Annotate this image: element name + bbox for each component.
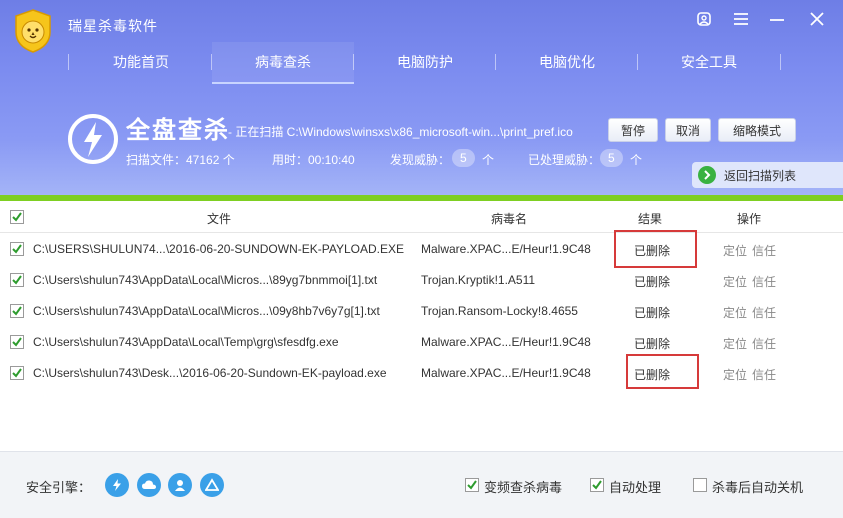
- row-virus-name: Malware.XPAC...E/Heur!1.9C48: [421, 242, 591, 256]
- menu-icon[interactable]: [730, 8, 752, 30]
- row-checkbox[interactable]: [10, 273, 24, 287]
- row-result: 已删除: [634, 306, 671, 320]
- threats-found-badge: 5: [452, 149, 475, 167]
- row-locate-link[interactable]: 定位: [723, 304, 747, 321]
- scan-current-path: - 正在扫描 C:\Windows\winsxs\x86_microsoft-w…: [228, 125, 573, 139]
- row-trust-link[interactable]: 信任: [752, 366, 776, 383]
- auto-handle-label: 自动处理: [609, 480, 662, 495]
- row-checkbox[interactable]: [10, 366, 24, 380]
- row-locate-link[interactable]: 定位: [723, 273, 747, 290]
- table-row: C:\Users\shulun743\AppData\Local\Micros.…: [0, 265, 843, 296]
- threats-handled-label: 已处理威胁：: [528, 153, 601, 167]
- row-file-path: C:\Users\shulun743\AppData\Local\Micros.…: [33, 304, 380, 318]
- row-checkbox[interactable]: [10, 304, 24, 318]
- row-locate-link[interactable]: 定位: [723, 366, 747, 383]
- column-header-action: 操作: [737, 212, 762, 226]
- row-virus-name: Trojan.Kryptik!1.A511: [421, 273, 536, 287]
- column-header-file: 文件: [207, 212, 232, 226]
- scan-lightning-icon: [66, 112, 120, 166]
- return-scan-list-label: 返回扫描列表: [724, 168, 797, 183]
- row-result: 已删除: [634, 337, 671, 351]
- engine-label: 安全引擎：: [26, 480, 92, 495]
- auto-shutdown-checkbox[interactable]: [693, 478, 707, 492]
- mini-mode-button[interactable]: 缩略模式: [718, 118, 796, 142]
- column-header-virus: 病毒名: [491, 212, 528, 226]
- threats-found-unit: 个: [482, 153, 495, 167]
- freq-scan-checkbox[interactable]: [465, 478, 479, 492]
- lightning-icon[interactable]: [105, 473, 129, 497]
- threats-handled-badge: 5: [600, 149, 623, 167]
- nav-divider: [780, 54, 781, 70]
- select-all-checkbox[interactable]: [10, 210, 24, 224]
- cancel-button[interactable]: 取消: [665, 118, 711, 142]
- footer: 安全引擎： 变频查杀病毒 自动处理 杀毒后自动关机: [0, 451, 843, 518]
- tab-optimization[interactable]: 电脑优化: [496, 42, 638, 82]
- tab-security-tools[interactable]: 安全工具: [638, 42, 780, 82]
- column-header-result: 结果: [638, 212, 663, 226]
- pause-button[interactable]: 暂停: [608, 118, 658, 142]
- result-highlight-box: [626, 354, 699, 389]
- row-checkbox[interactable]: [10, 335, 24, 349]
- elapsed-time: 用时：00:10:40: [272, 153, 355, 167]
- table-row: C:\Users\shulun743\Desk...\2016-06-20-Su…: [0, 358, 843, 389]
- auto-shutdown-label: 杀毒后自动关机: [712, 480, 804, 495]
- scan-title: 全盘查杀: [126, 117, 230, 144]
- row-trust-link[interactable]: 信任: [752, 304, 776, 321]
- triangle-icon[interactable]: [200, 473, 224, 497]
- user-icon[interactable]: [168, 473, 192, 497]
- app-title: 瑞星杀毒软件: [68, 18, 158, 34]
- row-virus-name: Malware.XPAC...E/Heur!1.9C48: [421, 335, 591, 349]
- threats-found-label: 发现威胁：: [390, 153, 451, 167]
- row-locate-link[interactable]: 定位: [723, 335, 747, 352]
- tab-home[interactable]: 功能首页: [70, 42, 212, 82]
- auto-handle-checkbox[interactable]: [590, 478, 604, 492]
- close-icon[interactable]: [806, 8, 828, 30]
- row-trust-link[interactable]: 信任: [752, 242, 776, 259]
- result-highlight-box: [614, 230, 697, 268]
- return-scan-list-button[interactable]: 返回扫描列表: [692, 162, 843, 188]
- chevron-right-icon: [698, 166, 716, 184]
- scanned-files-count: 扫描文件：47162 个: [126, 153, 235, 167]
- row-trust-link[interactable]: 信任: [752, 273, 776, 290]
- main-nav: 功能首页 病毒查杀 电脑防护 电脑优化 安全工具: [0, 42, 843, 84]
- row-trust-link[interactable]: 信任: [752, 335, 776, 352]
- title-bar: 瑞星杀毒软件: [0, 0, 843, 53]
- tab-protection[interactable]: 电脑防护: [354, 42, 496, 82]
- table-header: 文件 病毒名 结果 操作: [0, 201, 843, 233]
- row-virus-name: Trojan.Ransom-Locky!8.4655: [421, 304, 578, 318]
- row-result: 已删除: [634, 275, 671, 289]
- results-table: 文件 病毒名 结果 操作 C:\USERS\SHULUN74...\2016-0…: [0, 201, 843, 451]
- row-file-path: C:\Users\shulun743\AppData\Local\Micros.…: [33, 273, 378, 287]
- row-checkbox[interactable]: [10, 242, 24, 256]
- skin-icon[interactable]: [693, 8, 715, 30]
- freq-scan-label: 变频查杀病毒: [484, 480, 563, 495]
- row-virus-name: Malware.XPAC...E/Heur!1.9C48: [421, 366, 591, 380]
- threats-handled-unit: 个: [630, 153, 643, 167]
- nav-divider: [68, 54, 69, 70]
- row-file-path: C:\USERS\SHULUN74...\2016-06-20-SUNDOWN-…: [33, 242, 404, 256]
- row-locate-link[interactable]: 定位: [723, 242, 747, 259]
- table-row: C:\USERS\SHULUN74...\2016-06-20-SUNDOWN-…: [0, 234, 843, 265]
- row-file-path: C:\Users\shulun743\AppData\Local\Temp\gr…: [33, 335, 339, 349]
- minimize-icon[interactable]: [766, 8, 788, 30]
- cloud-icon[interactable]: [137, 473, 161, 497]
- tab-virus-scan[interactable]: 病毒查杀: [212, 42, 354, 84]
- row-file-path: C:\Users\shulun743\Desk...\2016-06-20-Su…: [33, 366, 387, 380]
- table-row: C:\Users\shulun743\AppData\Local\Micros.…: [0, 296, 843, 327]
- header: 瑞星杀毒软件 功能首页 病毒查杀 电脑防护 电脑优化 安全工具 全盘查杀 - 正…: [0, 0, 843, 200]
- table-row: C:\Users\shulun743\AppData\Local\Temp\gr…: [0, 327, 843, 358]
